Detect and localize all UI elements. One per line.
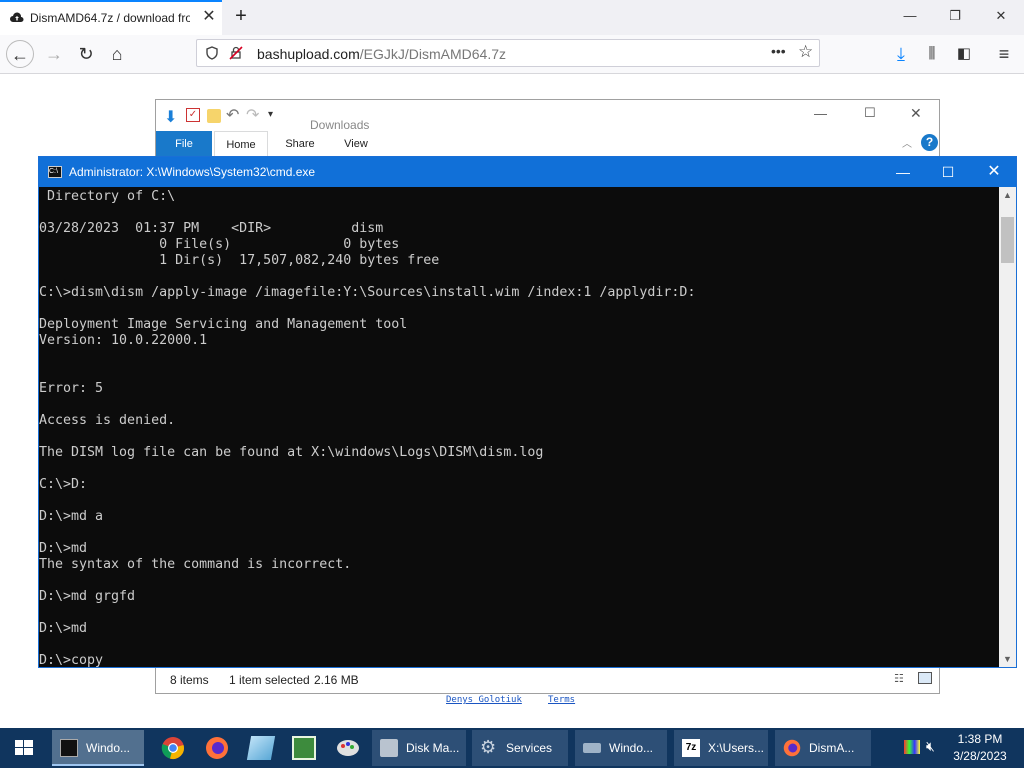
hamburger-menu-icon[interactable]: ≡ xyxy=(990,40,1018,68)
cmd-icon xyxy=(60,739,78,757)
firefox-icon[interactable] xyxy=(205,736,229,760)
large-icons-view-icon[interactable] xyxy=(918,672,932,684)
services-gear-icon: ⚙ xyxy=(480,737,497,757)
insecure-lock-icon[interactable] xyxy=(229,46,243,60)
properties-check-icon[interactable]: ✓ xyxy=(186,108,200,122)
sidebar-icon[interactable]: ◧ xyxy=(950,40,978,68)
taskbar-label: Windo... xyxy=(86,741,131,755)
windows-start-icon[interactable] xyxy=(0,728,48,768)
terms-link[interactable]: Terms xyxy=(548,695,575,705)
7zip-icon: 7z xyxy=(682,739,700,757)
tab-share[interactable]: Share xyxy=(274,131,326,157)
cmd-close-icon[interactable]: ✕ xyxy=(974,161,1014,183)
disk-management-icon xyxy=(380,739,398,757)
taskbar-button-windows-setup[interactable]: Windo... xyxy=(575,730,667,766)
browser-tab-strip: DismAMD64.7z / download fro ✕ + — ❐ ✕ xyxy=(0,0,1024,36)
close-window-icon[interactable]: ✕ xyxy=(986,5,1016,27)
cmd-maximize-icon[interactable]: ☐ xyxy=(928,161,968,183)
taskbar-button-firefox[interactable]: DismA... xyxy=(775,730,871,766)
upload-cloud-icon xyxy=(10,12,24,22)
explorer-title: Downloads xyxy=(310,118,370,132)
tab-home[interactable]: Home xyxy=(214,131,268,157)
help-icon[interactable]: ? xyxy=(921,134,938,151)
redo-icon[interactable]: ↷ xyxy=(246,105,259,125)
status-size: 2.16 MB xyxy=(314,673,359,687)
firefox-icon xyxy=(783,739,801,757)
url-path: /EGJkJ/DismAMD64.7z xyxy=(359,46,506,62)
new-folder-icon[interactable] xyxy=(207,109,221,123)
explorer-close-icon[interactable]: ✕ xyxy=(910,105,922,122)
console-output[interactable]: Directory of C:\ 03/28/2023 01:37 PM <DI… xyxy=(39,187,999,667)
shield-icon[interactable] xyxy=(205,46,219,60)
chrome-icon[interactable] xyxy=(161,736,185,760)
down-arrow-quick-icon[interactable]: ⬇ xyxy=(164,107,177,127)
cmd-title: Administrator: X:\Windows\System32\cmd.e… xyxy=(69,165,316,179)
new-tab-icon[interactable]: + xyxy=(230,5,252,27)
speaker-muted-icon[interactable]: 🔇︎ xyxy=(926,738,935,755)
status-item-count: 8 items xyxy=(170,673,209,687)
forward-arrow-icon[interactable]: → xyxy=(40,40,68,68)
scrollbar-thumb[interactable] xyxy=(1001,217,1014,263)
taskbar-label: X:\Users... xyxy=(708,741,765,755)
customize-toolbar-icon[interactable]: ▾ xyxy=(268,109,273,120)
url-text: bashupload.com/EGJkJ/DismAMD64.7z xyxy=(257,46,506,62)
clock-date: 3/28/2023 xyxy=(953,749,1007,763)
collapse-ribbon-icon[interactable]: ︿ xyxy=(902,135,912,150)
home-icon[interactable]: ⌂ xyxy=(103,40,131,68)
explorer-minimize-icon[interactable]: — xyxy=(814,106,827,121)
console-scrollbar[interactable]: ▲ ▼ xyxy=(999,187,1016,667)
undo-icon[interactable]: ↶ xyxy=(226,105,239,125)
browser-navbar: ← → ↻ ⌂ bashupload.com/EGJkJ/DismAMD64.7… xyxy=(0,35,1024,74)
status-selected: 1 item selected xyxy=(229,673,310,687)
address-bar[interactable]: bashupload.com/EGJkJ/DismAMD64.7z ••• ☆ xyxy=(196,39,820,67)
taskbar-label: Services xyxy=(506,741,553,755)
console-text: Directory of C:\ 03/28/2023 01:37 PM <DI… xyxy=(39,189,696,667)
close-tab-icon[interactable]: ✕ xyxy=(200,8,218,26)
url-domain: bashupload.com xyxy=(257,46,360,62)
tab-title: DismAMD64.7z / download fro xyxy=(30,11,190,25)
minimize-icon[interactable]: — xyxy=(895,5,925,27)
author-link[interactable]: Denys Golotiuk xyxy=(446,695,522,705)
spreadsheet-icon[interactable] xyxy=(292,736,316,760)
library-icon[interactable]: ⫼ xyxy=(918,40,946,68)
cmd-app-icon: C:\ xyxy=(48,166,62,178)
back-arrow-icon[interactable]: ← xyxy=(6,40,34,68)
taskbar-button-disk-management[interactable]: Disk Ma... xyxy=(372,730,466,766)
bookmark-star-icon[interactable]: ☆ xyxy=(798,42,813,62)
cmd-minimize-icon[interactable]: — xyxy=(883,161,923,183)
taskbar-label: Windo... xyxy=(609,741,654,755)
taskbar-button-7zip[interactable]: 7z X:\Users... xyxy=(674,730,768,766)
ribbon-tabs: File Home Share View ︿ ? xyxy=(156,131,939,157)
browser-tab[interactable]: DismAMD64.7z / download fro ✕ xyxy=(0,0,222,35)
cmd-window: C:\ Administrator: X:\Windows\System32\c… xyxy=(38,156,1017,668)
tab-file[interactable]: File xyxy=(156,131,212,157)
clock-time: 1:38 PM xyxy=(957,732,1003,746)
windows-setup-icon xyxy=(583,743,601,753)
taskbar-label: Disk Ma... xyxy=(406,741,460,755)
taskbar-clock[interactable]: 1:38 PM 3/28/2023 xyxy=(940,731,1020,765)
taskbar-button-cmd[interactable]: Windo... xyxy=(52,730,144,766)
notepad-icon[interactable] xyxy=(246,736,276,760)
details-view-icon[interactable]: ☷ xyxy=(894,672,910,686)
downloads-icon[interactable]: ⤓ xyxy=(887,40,915,68)
scroll-up-arrow-icon[interactable]: ▲ xyxy=(999,187,1016,203)
display-tray-icon[interactable] xyxy=(904,740,920,754)
restore-icon[interactable]: ❐ xyxy=(940,5,970,27)
explorer-status-bar: 8 items 1 item selected 2.16 MB ☷ xyxy=(156,666,939,693)
cmd-titlebar[interactable]: C:\ Administrator: X:\Windows\System32\c… xyxy=(39,157,1016,187)
tab-view[interactable]: View xyxy=(330,131,382,157)
scroll-down-arrow-icon[interactable]: ▼ xyxy=(999,651,1016,667)
reload-icon[interactable]: ↻ xyxy=(72,40,100,68)
taskbar: Windo... Disk Ma... ⚙ Services Windo... … xyxy=(0,728,1024,768)
page-actions-icon[interactable]: ••• xyxy=(771,43,786,59)
paint-palette-icon[interactable] xyxy=(336,736,360,760)
taskbar-label: DismA... xyxy=(809,741,855,755)
explorer-maximize-icon[interactable]: ☐ xyxy=(864,105,876,121)
taskbar-button-services[interactable]: ⚙ Services xyxy=(472,730,568,766)
